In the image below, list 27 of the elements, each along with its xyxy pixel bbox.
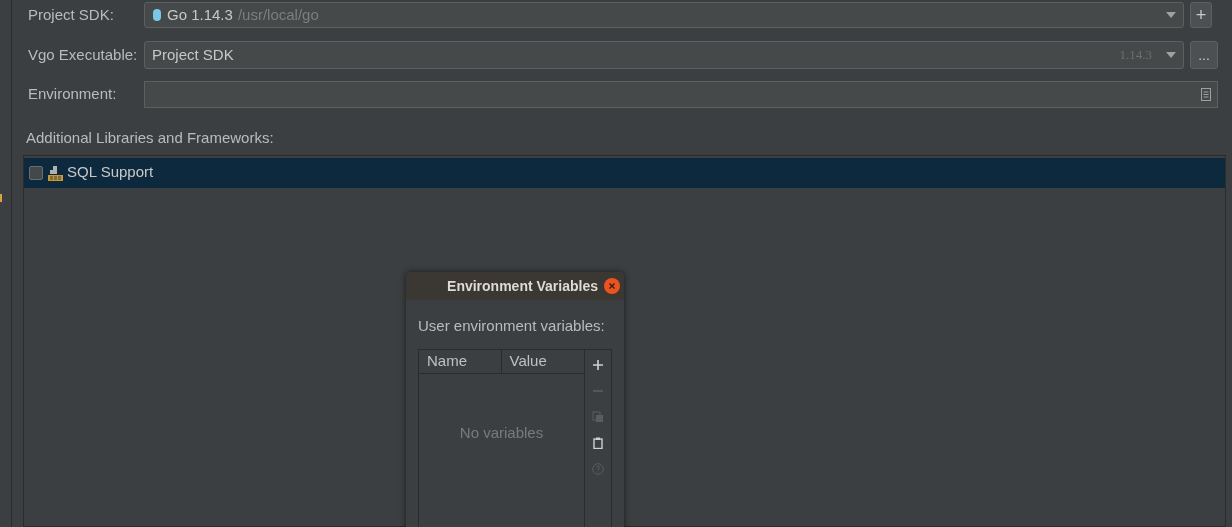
document-icon[interactable] [1201,88,1211,101]
library-label: SQL Support [67,162,154,183]
vgo-value: Project SDK [152,44,234,65]
sdk-dropdown[interactable]: Go 1.14.3 /usr/local/go [144,2,1184,28]
field-label: Vgo Executable: [27,44,139,65]
sdk-value: Go 1.14.3 [167,4,233,25]
empty-message: No variables [459,422,544,443]
dropdown-arrow-icon [1166,12,1176,18]
field-label: Project SDK: [27,4,115,25]
database-icon [47,164,63,181]
dropdown-arrow-icon [1166,52,1176,58]
clipboard-icon[interactable] [592,436,604,449]
dialog-title: Environment Variables [447,276,598,296]
section-label: Additional Libraries and Frameworks: [25,128,275,148]
dialog-subtitle: User environment variables: [418,316,606,336]
environment-field[interactable] [144,81,1218,108]
add-button[interactable]: + [1190,2,1212,28]
edge-marker [0,194,2,202]
browse-button[interactable]: ... [1190,41,1218,69]
close-icon[interactable] [604,278,620,294]
column-header[interactable]: Name [419,349,502,373]
sdk-path: /usr/local/go [237,4,319,25]
field-label: Environment: [27,84,118,105]
column-header[interactable]: Value [501,349,584,373]
checkbox[interactable] [29,165,43,180]
add-icon[interactable] [592,358,604,371]
library-row[interactable]: SQL Support [24,157,1225,188]
